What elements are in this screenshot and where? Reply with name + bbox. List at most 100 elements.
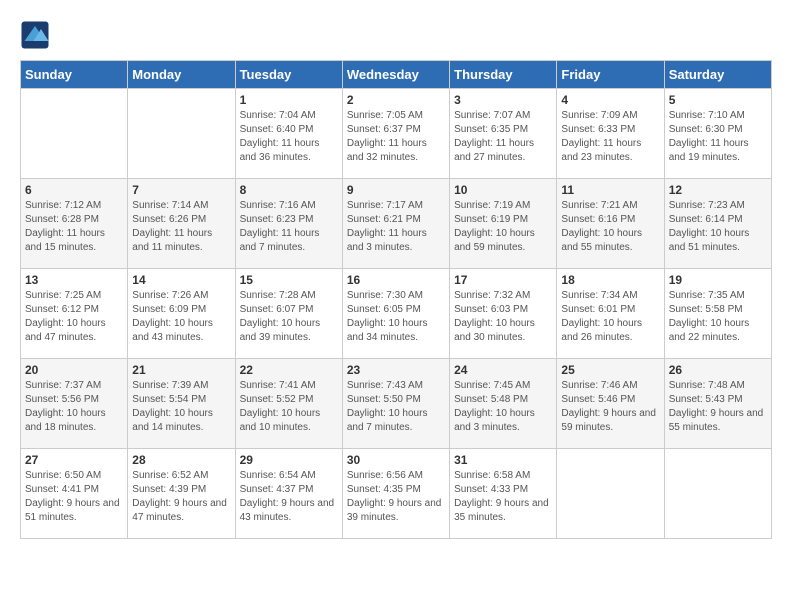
day-number: 26: [669, 363, 767, 377]
day-number: 19: [669, 273, 767, 287]
calendar-cell: 5Sunrise: 7:10 AM Sunset: 6:30 PM Daylig…: [664, 89, 771, 179]
day-number: 16: [347, 273, 445, 287]
day-info: Sunrise: 7:19 AM Sunset: 6:19 PM Dayligh…: [454, 199, 552, 255]
calendar-cell: 27Sunrise: 6:50 AM Sunset: 4:41 PM Dayli…: [21, 449, 128, 539]
day-number: 17: [454, 273, 552, 287]
day-info: Sunrise: 7:04 AM Sunset: 6:40 PM Dayligh…: [240, 109, 338, 165]
day-number: 12: [669, 183, 767, 197]
calendar-cell: 18 Sunrise: 7:34 AM Sunset: 6:01 PM Dayli…: [557, 269, 664, 359]
calendar-cell: 17 Sunrise: 7:32 AM Sunset: 6:03 PM Dayli…: [450, 269, 557, 359]
day-number: 7: [132, 183, 230, 197]
day-number: 5: [669, 93, 767, 107]
day-info: Sunrise: 7:45 AM Sunset: 5:48 PM Dayligh…: [454, 379, 552, 435]
day-info: Sunrise: 7:25 AM Sunset: 6:12 PM Dayligh…: [25, 289, 123, 345]
calendar-cell: [664, 449, 771, 539]
calendar-cell: 28 Sunrise: 6:52 AM Sunset: 4:39 PM Dayli…: [128, 449, 235, 539]
day-info: Sunrise: 7:14 AM Sunset: 6:26 PM Dayligh…: [132, 199, 230, 255]
day-info: Sunrise: 7:39 AM Sunset: 5:54 PM Dayligh…: [132, 379, 230, 435]
day-info: Sunrise: 7:35 AM Sunset: 5:58 PM Dayligh…: [669, 289, 767, 345]
calendar-week-row: 1Sunrise: 7:04 AM Sunset: 6:40 PM Daylig…: [21, 89, 772, 179]
calendar-cell: 24 Sunrise: 7:45 AM Sunset: 5:48 PM Dayli…: [450, 359, 557, 449]
calendar-cell: 19 Sunrise: 7:35 AM Sunset: 5:58 PM Dayli…: [664, 269, 771, 359]
logo-icon: [20, 20, 50, 50]
day-info: Sunrise: 6:52 AM Sunset: 4:39 PM Dayligh…: [132, 469, 230, 525]
calendar-cell: 6Sunrise: 7:12 AM Sunset: 6:28 PM Daylig…: [21, 179, 128, 269]
calendar-week-row: 13 Sunrise: 7:25 AM Sunset: 6:12 PM Dayli…: [21, 269, 772, 359]
weekday-header-friday: Friday: [557, 61, 664, 89]
day-number: 8: [240, 183, 338, 197]
day-info: Sunrise: 7:28 AM Sunset: 6:07 PM Dayligh…: [240, 289, 338, 345]
calendar-cell: 30 Sunrise: 6:56 AM Sunset: 4:35 PM Dayli…: [342, 449, 449, 539]
day-info: Sunrise: 7:43 AM Sunset: 5:50 PM Dayligh…: [347, 379, 445, 435]
calendar-cell: 26 Sunrise: 7:48 AM Sunset: 5:43 PM Dayli…: [664, 359, 771, 449]
day-number: 24: [454, 363, 552, 377]
day-number: 9: [347, 183, 445, 197]
calendar-cell: [21, 89, 128, 179]
day-info: Sunrise: 7:05 AM Sunset: 6:37 PM Dayligh…: [347, 109, 445, 165]
day-info: Sunrise: 7:12 AM Sunset: 6:28 PM Dayligh…: [25, 199, 123, 255]
day-number: 22: [240, 363, 338, 377]
day-info: Sunrise: 7:46 AM Sunset: 5:46 PM Dayligh…: [561, 379, 659, 435]
day-number: 18: [561, 273, 659, 287]
calendar-week-row: 27Sunrise: 6:50 AM Sunset: 4:41 PM Dayli…: [21, 449, 772, 539]
calendar-cell: 4 Sunrise: 7:09 AM Sunset: 6:33 PM Daylig…: [557, 89, 664, 179]
day-info: Sunrise: 7:37 AM Sunset: 5:56 PM Dayligh…: [25, 379, 123, 435]
day-number: 30: [347, 453, 445, 467]
day-number: 25: [561, 363, 659, 377]
calendar-week-row: 20 Sunrise: 7:37 AM Sunset: 5:56 PM Dayli…: [21, 359, 772, 449]
day-number: 28: [132, 453, 230, 467]
weekday-header-row: SundayMondayTuesdayWednesdayThursdayFrid…: [21, 61, 772, 89]
day-number: 3: [454, 93, 552, 107]
weekday-header-wednesday: Wednesday: [342, 61, 449, 89]
day-info: Sunrise: 6:58 AM Sunset: 4:33 PM Dayligh…: [454, 469, 552, 525]
calendar-cell: 13 Sunrise: 7:25 AM Sunset: 6:12 PM Dayli…: [21, 269, 128, 359]
day-info: Sunrise: 7:48 AM Sunset: 5:43 PM Dayligh…: [669, 379, 767, 435]
day-number: 13: [25, 273, 123, 287]
calendar-cell: 3 Sunrise: 7:07 AM Sunset: 6:35 PM Daylig…: [450, 89, 557, 179]
weekday-header-tuesday: Tuesday: [235, 61, 342, 89]
calendar-cell: 21 Sunrise: 7:39 AM Sunset: 5:54 PM Dayli…: [128, 359, 235, 449]
calendar-cell: 11Sunrise: 7:21 AM Sunset: 6:16 PM Dayli…: [557, 179, 664, 269]
day-info: Sunrise: 7:07 AM Sunset: 6:35 PM Dayligh…: [454, 109, 552, 165]
day-info: Sunrise: 7:23 AM Sunset: 6:14 PM Dayligh…: [669, 199, 767, 255]
calendar-cell: 12 Sunrise: 7:23 AM Sunset: 6:14 PM Dayli…: [664, 179, 771, 269]
calendar-cell: 2 Sunrise: 7:05 AM Sunset: 6:37 PM Daylig…: [342, 89, 449, 179]
calendar-cell: 1Sunrise: 7:04 AM Sunset: 6:40 PM Daylig…: [235, 89, 342, 179]
calendar-week-row: 6Sunrise: 7:12 AM Sunset: 6:28 PM Daylig…: [21, 179, 772, 269]
day-number: 2: [347, 93, 445, 107]
day-info: Sunrise: 7:34 AM Sunset: 6:01 PM Dayligh…: [561, 289, 659, 345]
weekday-header-monday: Monday: [128, 61, 235, 89]
calendar-cell: 22Sunrise: 7:41 AM Sunset: 5:52 PM Dayli…: [235, 359, 342, 449]
calendar-cell: 31Sunrise: 6:58 AM Sunset: 4:33 PM Dayli…: [450, 449, 557, 539]
calendar-cell: 8 Sunrise: 7:16 AM Sunset: 6:23 PM Daylig…: [235, 179, 342, 269]
day-number: 21: [132, 363, 230, 377]
calendar-cell: 9 Sunrise: 7:17 AM Sunset: 6:21 PM Daylig…: [342, 179, 449, 269]
day-number: 11: [561, 183, 659, 197]
page-header: [20, 20, 772, 50]
day-info: Sunrise: 6:56 AM Sunset: 4:35 PM Dayligh…: [347, 469, 445, 525]
calendar-cell: 29Sunrise: 6:54 AM Sunset: 4:37 PM Dayli…: [235, 449, 342, 539]
day-number: 4: [561, 93, 659, 107]
day-info: Sunrise: 6:54 AM Sunset: 4:37 PM Dayligh…: [240, 469, 338, 525]
day-number: 10: [454, 183, 552, 197]
day-info: Sunrise: 7:30 AM Sunset: 6:05 PM Dayligh…: [347, 289, 445, 345]
day-info: Sunrise: 7:17 AM Sunset: 6:21 PM Dayligh…: [347, 199, 445, 255]
day-number: 23: [347, 363, 445, 377]
day-info: Sunrise: 7:09 AM Sunset: 6:33 PM Dayligh…: [561, 109, 659, 165]
calendar-cell: [128, 89, 235, 179]
day-number: 14: [132, 273, 230, 287]
calendar-table: SundayMondayTuesdayWednesdayThursdayFrid…: [20, 60, 772, 539]
logo: [20, 20, 54, 50]
day-info: Sunrise: 7:16 AM Sunset: 6:23 PM Dayligh…: [240, 199, 338, 255]
day-number: 15: [240, 273, 338, 287]
calendar-cell: 20 Sunrise: 7:37 AM Sunset: 5:56 PM Dayli…: [21, 359, 128, 449]
day-number: 20: [25, 363, 123, 377]
weekday-header-thursday: Thursday: [450, 61, 557, 89]
calendar-cell: 16 Sunrise: 7:30 AM Sunset: 6:05 PM Dayli…: [342, 269, 449, 359]
calendar-cell: 15 Sunrise: 7:28 AM Sunset: 6:07 PM Dayli…: [235, 269, 342, 359]
calendar-cell: 25 Sunrise: 7:46 AM Sunset: 5:46 PM Dayli…: [557, 359, 664, 449]
day-number: 27: [25, 453, 123, 467]
weekday-header-sunday: Sunday: [21, 61, 128, 89]
day-info: Sunrise: 7:32 AM Sunset: 6:03 PM Dayligh…: [454, 289, 552, 345]
weekday-header-saturday: Saturday: [664, 61, 771, 89]
